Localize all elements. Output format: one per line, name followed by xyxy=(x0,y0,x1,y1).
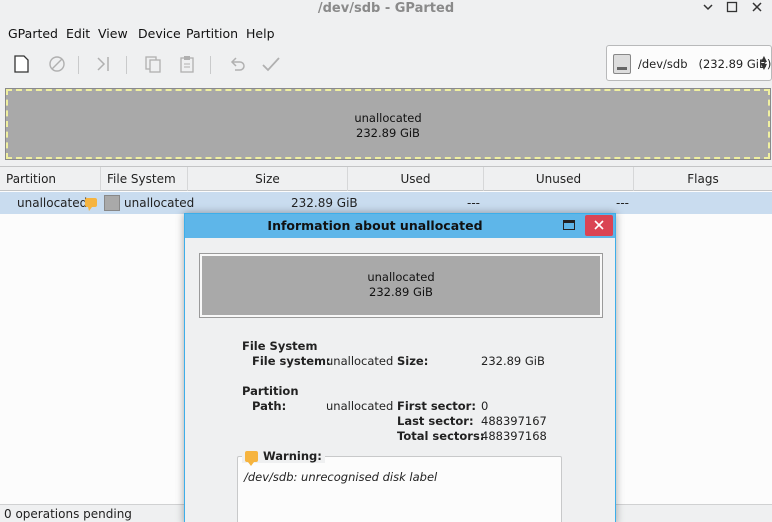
cell-file-system: unallocated xyxy=(124,196,195,210)
cell-size: 232.89 GiB xyxy=(291,196,358,210)
filesystem-color-swatch xyxy=(104,195,120,211)
resize-move-button[interactable] xyxy=(90,51,116,77)
column-used[interactable]: Used xyxy=(348,167,484,191)
resize-move-icon xyxy=(97,57,109,71)
window-title: /dev/sdb - GParted xyxy=(317,1,455,16)
first-sector-label: First sector: xyxy=(397,399,476,413)
close-icon xyxy=(752,2,762,12)
toolbar-separator xyxy=(210,56,211,74)
menu-device[interactable]: Device xyxy=(138,26,181,41)
dialog-map-size: 232.89 GiB xyxy=(369,285,433,299)
undo-icon xyxy=(230,57,245,71)
dialog-title: Information about unallocated xyxy=(267,218,483,233)
cell-used: --- xyxy=(467,196,480,210)
device-selector-label: /dev/sdb (232.89 GiB) xyxy=(638,57,771,71)
column-unused[interactable]: Unused xyxy=(484,167,634,191)
maximize-button[interactable] xyxy=(725,1,739,15)
column-size[interactable]: Size xyxy=(188,167,348,191)
undo-button[interactable] xyxy=(224,51,250,77)
warning-icon xyxy=(245,450,258,466)
device-selector[interactable]: /dev/sdb (232.89 GiB) ▲ ▼ xyxy=(606,45,772,81)
minimize-button[interactable] xyxy=(701,1,715,15)
new-partition-icon xyxy=(14,55,29,73)
disk-map-unallocated[interactable]: unallocated 232.89 GiB xyxy=(5,88,771,160)
info-dialog: Information about unallocated unallocate… xyxy=(184,213,616,522)
harddisk-icon xyxy=(613,54,631,74)
column-flags[interactable]: Flags xyxy=(634,167,772,191)
menu-help[interactable]: Help xyxy=(246,26,275,41)
spin-arrows-icon: ▲ ▼ xyxy=(760,54,767,71)
cell-unused: --- xyxy=(616,196,629,210)
cell-partition: unallocated xyxy=(17,196,88,210)
fs-value: unallocated xyxy=(326,354,394,368)
first-sector-value: 0 xyxy=(481,399,489,413)
fs-label: File system: xyxy=(252,354,331,368)
paste-icon xyxy=(180,56,194,73)
device-path: /dev/sdb xyxy=(638,57,688,71)
delete-button[interactable] xyxy=(44,51,70,77)
dialog-map-label: unallocated xyxy=(367,270,435,284)
size-value: 232.89 GiB xyxy=(481,354,545,368)
fs-section-heading: File System xyxy=(242,339,318,353)
total-sectors-label: Total sectors: xyxy=(397,429,485,443)
disk-map-label: unallocated xyxy=(354,111,422,125)
table-header: Partition File System Size Used Unused F… xyxy=(0,167,772,191)
warning-legend: Warning: xyxy=(242,449,325,466)
delete-icon xyxy=(49,56,65,72)
close-icon xyxy=(594,220,604,230)
copy-icon xyxy=(145,56,161,73)
dialog-disk-map: unallocated 232.89 GiB xyxy=(199,253,603,318)
path-label: Path: xyxy=(252,399,287,413)
dialog-titlebar: Information about unallocated xyxy=(185,214,615,238)
menu-view[interactable]: View xyxy=(98,26,128,41)
partition-section-heading: Partition xyxy=(242,384,299,398)
window-titlebar: /dev/sdb - GParted xyxy=(0,0,772,20)
new-partition-button[interactable] xyxy=(8,51,34,77)
close-window-button[interactable] xyxy=(750,1,764,15)
apply-icon xyxy=(262,57,280,72)
column-partition[interactable]: Partition xyxy=(0,167,101,191)
menu-edit[interactable]: Edit xyxy=(66,26,90,41)
size-label: Size: xyxy=(397,354,429,368)
copy-button[interactable] xyxy=(140,51,166,77)
apply-button[interactable] xyxy=(258,51,284,77)
dialog-maximize-icon[interactable] xyxy=(563,220,575,230)
warning-label: Warning: xyxy=(263,449,322,463)
status-text: 0 operations pending xyxy=(4,507,132,521)
warning-message: /dev/sdb: unrecognised disk label xyxy=(244,470,438,484)
warning-icon xyxy=(84,196,98,211)
paste-button[interactable] xyxy=(174,51,200,77)
maximize-icon xyxy=(726,1,738,13)
chevron-down-icon xyxy=(703,4,713,11)
toolbar-separator xyxy=(126,56,127,74)
toolbar-separator xyxy=(78,56,79,74)
disk-map-size: 232.89 GiB xyxy=(356,126,420,140)
dialog-close-button[interactable] xyxy=(585,215,613,236)
menu-gparted[interactable]: GParted xyxy=(8,26,58,41)
column-file-system[interactable]: File System xyxy=(101,167,188,191)
warning-box: /dev/sdb: unrecognised disk label xyxy=(237,456,562,522)
table-row[interactable]: unallocated unallocated 232.89 GiB --- -… xyxy=(0,192,772,214)
total-sectors-value: 488397168 xyxy=(481,429,547,443)
menu-partition[interactable]: Partition xyxy=(186,26,238,41)
menu-bar: GParted Edit View Device Partition Help xyxy=(0,24,772,44)
path-value: unallocated xyxy=(326,399,394,413)
last-sector-label: Last sector: xyxy=(397,414,474,428)
last-sector-value: 488397167 xyxy=(481,414,547,428)
